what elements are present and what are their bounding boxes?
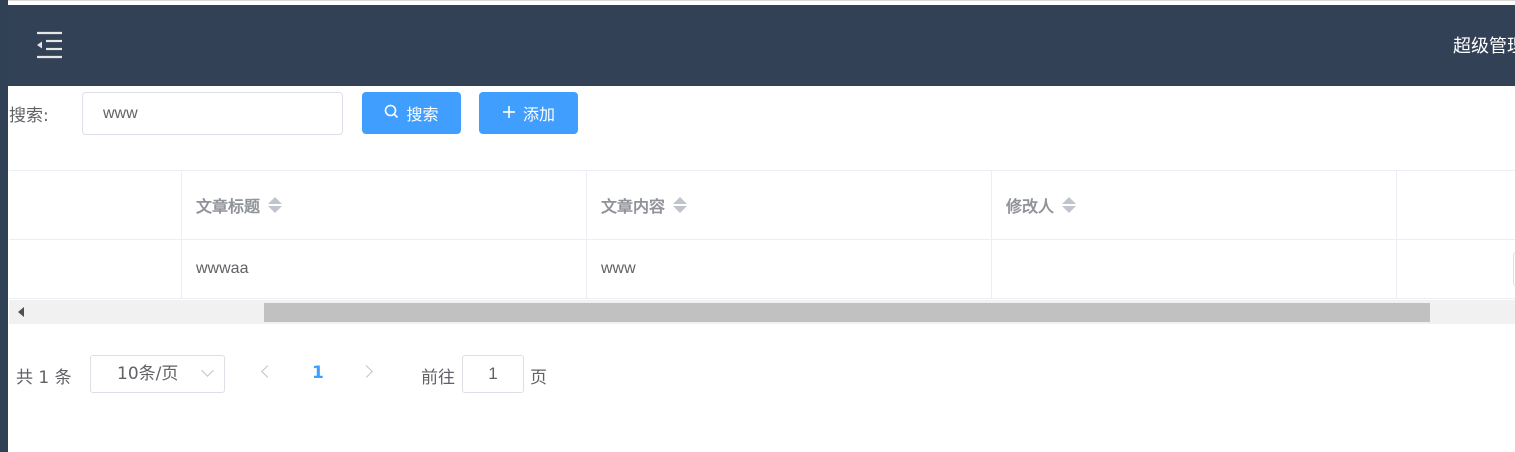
top-navbar: 超级管理员 [8,5,1515,86]
goto-label: 前往 [421,368,455,388]
column-header-title[interactable]: 文章标题 [182,171,587,239]
plus-icon [502,104,516,123]
scroll-left-arrow-icon[interactable] [18,307,24,317]
goto-suffix: 页 [530,368,547,388]
search-icon [384,104,399,123]
row-cell-title: wwwaa [182,240,587,298]
table-row[interactable]: wwwaa www [9,240,1515,299]
horizontal-scrollbar[interactable] [9,300,1515,324]
pagination-total: 共 1 条 [16,368,72,388]
page-size-select[interactable]: 10条/页 [90,355,225,393]
table-header-row: 文章标题 文章内容 修改人 [9,170,1515,240]
prev-page-icon[interactable] [261,365,274,378]
column-header-label: 文章内容 [601,197,666,216]
search-input[interactable]: www [82,92,343,135]
sort-caret-icon[interactable] [673,196,688,214]
sort-caret-icon[interactable] [268,196,283,214]
column-header-label: 文章标题 [196,197,261,216]
next-page-icon[interactable] [360,365,373,378]
header-cell-selection [9,171,182,239]
column-header-label: 修改人 [1006,197,1055,216]
add-button-label: 添加 [522,105,555,124]
scrollbar-thumb[interactable] [264,303,1430,322]
row-cell-content: www [587,240,992,298]
row-cell-actions [1397,240,1515,298]
search-button[interactable]: 搜索 [362,92,461,134]
page-size-value: 10条/页 [117,364,179,384]
row-cell-modifier [992,240,1397,298]
add-button[interactable]: 添加 [479,92,578,134]
row-cell-selection [9,240,182,298]
header-cell-actions [1397,171,1515,239]
hamburger-fold-icon[interactable] [34,29,64,61]
page-number-current[interactable]: 1 [312,363,324,383]
search-button-label: 搜索 [406,105,439,124]
column-header-content[interactable]: 文章内容 [587,171,992,239]
user-menu[interactable]: 超级管理员 [1453,32,1515,58]
chevron-down-icon [201,364,214,377]
goto-page-input[interactable]: 1 [462,355,524,393]
articles-table: 文章标题 文章内容 修改人 wwwaa www [9,170,1515,300]
column-header-modifier[interactable]: 修改人 [992,171,1397,239]
sort-caret-icon[interactable] [1062,196,1077,214]
pagination: 共 1 条 10条/页 1 前往 1 页 [0,355,1515,393]
search-label: 搜索: [9,106,49,126]
